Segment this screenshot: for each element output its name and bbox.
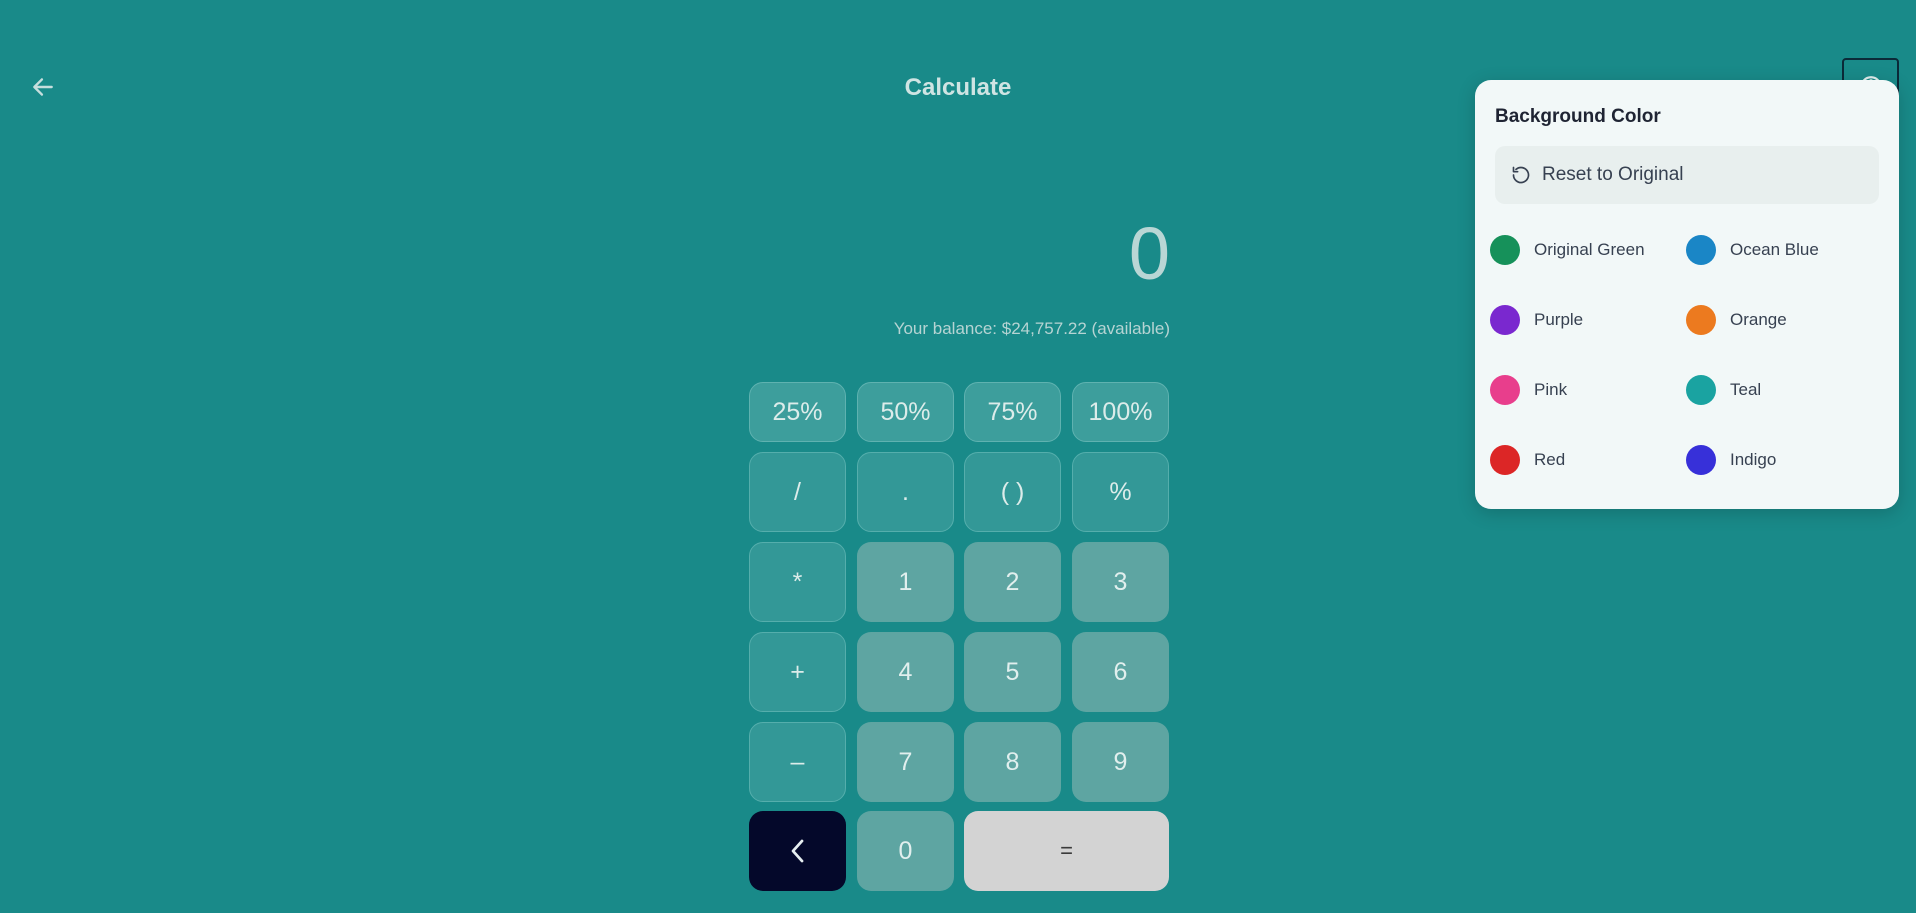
color-option-label: Ocean Blue [1730, 240, 1819, 259]
color-swatch-dot [1490, 235, 1520, 265]
plus-key[interactable]: + [749, 632, 846, 712]
amount-display: 0 [1128, 212, 1170, 295]
color-swatch-dot [1686, 445, 1716, 475]
percent-75-button[interactable]: 75% [964, 382, 1061, 442]
digit-0-key[interactable]: 0 [857, 811, 954, 891]
digit-5-key[interactable]: 5 [964, 632, 1061, 712]
balance-text: Your balance: $24,757.22 (available) [893, 319, 1170, 338]
digit-2-key[interactable]: 2 [964, 542, 1061, 622]
digit-7-key[interactable]: 7 [857, 722, 954, 802]
divide-key[interactable]: / [749, 452, 846, 532]
color-option-label: Teal [1730, 380, 1762, 399]
digit-9-key[interactable]: 9 [1072, 722, 1169, 802]
digit-1-key[interactable]: 1 [857, 542, 954, 622]
multiply-key[interactable]: * [749, 542, 846, 622]
percent-100-button[interactable]: 100% [1072, 382, 1169, 442]
color-option-label: Pink [1534, 380, 1568, 399]
color-option-label: Purple [1534, 310, 1584, 329]
color-swatch-dot [1490, 305, 1520, 335]
decimal-key[interactable]: . [857, 452, 954, 532]
modulo-key[interactable]: % [1072, 452, 1169, 532]
digit-8-key[interactable]: 8 [964, 722, 1061, 802]
digit-6-key[interactable]: 6 [1072, 632, 1169, 712]
reset-to-original-button[interactable]: Reset to Original [1495, 146, 1879, 204]
digit-3-key[interactable]: 3 [1072, 542, 1169, 622]
background-color-menu: Background Color Reset to Original Origi… [1475, 80, 1899, 509]
parentheses-key[interactable]: ( ) [964, 452, 1061, 532]
equals-key[interactable]: = [964, 811, 1169, 891]
color-option-label: Orange [1730, 310, 1787, 329]
color-option-teal[interactable]: Teal [1671, 365, 1851, 415]
color-option-label: Original Green [1534, 240, 1645, 259]
color-option-ocean-blue[interactable]: Ocean Blue [1671, 225, 1851, 275]
color-swatch-dot [1686, 305, 1716, 335]
minus-key[interactable]: – [749, 722, 846, 802]
chevron-left-icon [791, 839, 803, 863]
rotate-ccw-icon [1510, 164, 1532, 186]
color-option-label: Indigo [1730, 450, 1777, 469]
color-swatch-dot [1490, 375, 1520, 405]
color-option-label: Red [1534, 450, 1566, 469]
digit-4-key[interactable]: 4 [857, 632, 954, 712]
menu-title: Background Color [1495, 106, 1661, 127]
color-swatch-dot [1686, 235, 1716, 265]
percent-50-button[interactable]: 50% [857, 382, 954, 442]
color-swatch-dot [1686, 375, 1716, 405]
backspace-key[interactable] [749, 811, 846, 891]
color-option-original-green[interactable]: Original Green [1475, 225, 1655, 275]
reset-label: Reset to Original [1542, 164, 1684, 185]
color-option-orange[interactable]: Orange [1671, 295, 1851, 345]
color-option-purple[interactable]: Purple [1475, 295, 1655, 345]
color-swatch-dot [1490, 445, 1520, 475]
color-option-indigo[interactable]: Indigo [1671, 435, 1851, 485]
percent-25-button[interactable]: 25% [749, 382, 846, 442]
color-option-pink[interactable]: Pink [1475, 365, 1655, 415]
color-option-red[interactable]: Red [1475, 435, 1655, 485]
